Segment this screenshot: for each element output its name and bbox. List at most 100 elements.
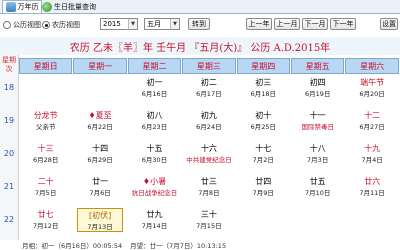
- day-cell[interactable]: 初四 6月19日: [295, 76, 341, 100]
- weekday-header: 星期二: [127, 58, 182, 74]
- solar-date: 7月10日: [304, 189, 331, 197]
- day-cell[interactable]: 二十 7月5日: [23, 175, 69, 199]
- year-value: 2015: [103, 20, 121, 28]
- day-cell[interactable]: 十五 6月30日: [131, 142, 178, 166]
- lunar-date: 初四: [309, 78, 326, 87]
- gregorian-view-radio[interactable]: 公历视图: [3, 20, 41, 30]
- day-cell[interactable]: 初九 6月24日: [186, 109, 232, 133]
- year-select[interactable]: 2015 ▼: [100, 18, 138, 30]
- weekday-header: 星期三: [182, 58, 236, 74]
- week-number: 20: [3, 149, 15, 158]
- day-cell[interactable]: 廿五 7月10日: [295, 175, 341, 199]
- lunar-date: 十四: [92, 144, 109, 153]
- chevron-down-icon[interactable]: ▼: [170, 19, 179, 29]
- tab-perpetual-calendar[interactable]: 万年历: [2, 0, 42, 13]
- day-cell[interactable]: ♦小暑 抗日战争纪念日: [131, 175, 177, 199]
- empty-day-cell: [349, 208, 395, 232]
- solar-date: 6月17日: [196, 90, 222, 98]
- settings-button[interactable]: 设置: [380, 18, 398, 30]
- lunar-date: 二十: [37, 177, 54, 186]
- day-cell[interactable]: 廿三 7月8日: [186, 175, 232, 199]
- empty-day-cell: [240, 208, 286, 232]
- lunar-date: 十六: [200, 144, 217, 153]
- solar-date: 6月28日: [32, 156, 59, 164]
- lunar-date: 三十: [200, 210, 217, 219]
- week-column-label: 星期次: [2, 56, 16, 73]
- solar-date: 7月2日: [252, 156, 274, 164]
- solar-date: 父亲节: [35, 123, 56, 131]
- solar-date: 7月6日: [89, 189, 111, 197]
- lunar-view-radio[interactable]: 农历视图: [42, 20, 80, 30]
- lunar-date: 十七: [255, 144, 272, 153]
- day-cell[interactable]: 初八 6月23日: [131, 109, 178, 133]
- empty-day-cell: [295, 208, 341, 232]
- week-number: 18: [3, 83, 15, 92]
- day-cell[interactable]: 十二 6月27日: [349, 109, 395, 133]
- solar-date: 7月3日: [307, 156, 329, 164]
- day-cell[interactable]: 十九 7月4日: [349, 142, 395, 166]
- tab-birthday-batch-query[interactable]: 生日批量查询: [42, 0, 96, 13]
- day-cell[interactable]: 分龙节 父亲节: [23, 109, 69, 133]
- day-cell[interactable]: 三十 7月15日: [186, 208, 232, 232]
- day-cell[interactable]: 十一 国际禁毒日: [295, 109, 341, 133]
- solar-date: 6月24日: [196, 123, 222, 131]
- lunar-date: 十三: [37, 144, 54, 153]
- lunar-date: 初九: [200, 111, 217, 120]
- lunar-date: 廿七: [37, 210, 54, 219]
- lunar-date: 廿四: [255, 177, 272, 186]
- goto-button[interactable]: 转到: [188, 18, 210, 30]
- month-select[interactable]: 五月 ▼: [144, 18, 180, 30]
- prev-month-button[interactable]: 上一月: [274, 18, 300, 30]
- solar-date: 6月23日: [141, 123, 168, 131]
- tab-bar: 万年历 生日批量查询: [0, 0, 400, 14]
- day-cell[interactable]: 廿九 7月14日: [131, 208, 178, 232]
- day-cell[interactable]: 初一 6月16日: [131, 76, 178, 100]
- prev-year-button[interactable]: 上一年: [246, 18, 272, 30]
- month-value: 五月: [147, 20, 161, 28]
- weekday-header: 星期六: [345, 58, 399, 74]
- day-cell[interactable]: 廿四 7月9日: [240, 175, 286, 199]
- day-cell[interactable]: 初十 6月25日: [240, 109, 286, 133]
- solar-date: 7月13日: [87, 223, 113, 231]
- lunar-date: [初伏]: [88, 211, 112, 220]
- day-cell[interactable]: 十四 6月29日: [77, 142, 123, 166]
- lunar-date: 初八: [146, 111, 163, 120]
- day-cell[interactable]: 十三 6月28日: [23, 142, 69, 166]
- next-year-button[interactable]: 下一年: [330, 18, 356, 30]
- solar-date: 7月9日: [252, 189, 274, 197]
- solar-date: 7月5日: [35, 189, 57, 197]
- day-cell[interactable]: 十八 7月3日: [295, 142, 341, 166]
- day-cell[interactable]: ♦夏至 6月22日: [77, 109, 123, 133]
- day-cell[interactable]: 初二 6月17日: [186, 76, 232, 100]
- lunar-date: 十九: [364, 144, 381, 153]
- day-cell[interactable]: 十六 中共建党纪念日: [186, 142, 232, 166]
- day-cell[interactable]: 端午节 6月20日: [349, 76, 395, 100]
- globe-icon: [42, 1, 52, 12]
- day-cell[interactable]: 廿六 7月11日: [349, 175, 395, 199]
- day-cell[interactable]: 初三 6月18日: [240, 76, 286, 100]
- moon-phase-new: 月相：初一（6月16日）00:05:54: [22, 242, 123, 250]
- lunar-date: 廿五: [309, 177, 326, 186]
- week-number: 21: [3, 182, 15, 191]
- day-cell[interactable]: 廿七 7月12日: [23, 208, 69, 232]
- weekday-header: 星期日: [19, 58, 73, 74]
- lunar-date: 初二: [200, 78, 217, 87]
- lunar-date: 十二: [364, 111, 381, 120]
- lunar-date: 初十: [255, 111, 272, 120]
- solar-date: 7月4日: [361, 156, 383, 164]
- lunar-date: 廿九: [146, 210, 163, 219]
- solar-date: 6月20日: [359, 90, 385, 98]
- day-cell[interactable]: 廿一 7月6日: [77, 175, 123, 199]
- day-cell[interactable]: 十七 7月2日: [240, 142, 286, 166]
- solar-date: 7月8日: [198, 189, 220, 197]
- lunar-date: 十五: [146, 144, 163, 153]
- next-month-button[interactable]: 下一月: [302, 18, 328, 30]
- chevron-down-icon[interactable]: ▼: [128, 19, 137, 29]
- day-cell[interactable]: [初伏] 7月13日: [77, 208, 123, 232]
- empty-day-cell: [77, 76, 123, 100]
- solar-date: 6月29日: [87, 156, 113, 164]
- lunar-date: 廿六: [364, 177, 381, 186]
- lunar-date: 端午节: [360, 78, 385, 87]
- radio-circle: [42, 21, 50, 29]
- radio-label: 公历视图: [13, 21, 41, 29]
